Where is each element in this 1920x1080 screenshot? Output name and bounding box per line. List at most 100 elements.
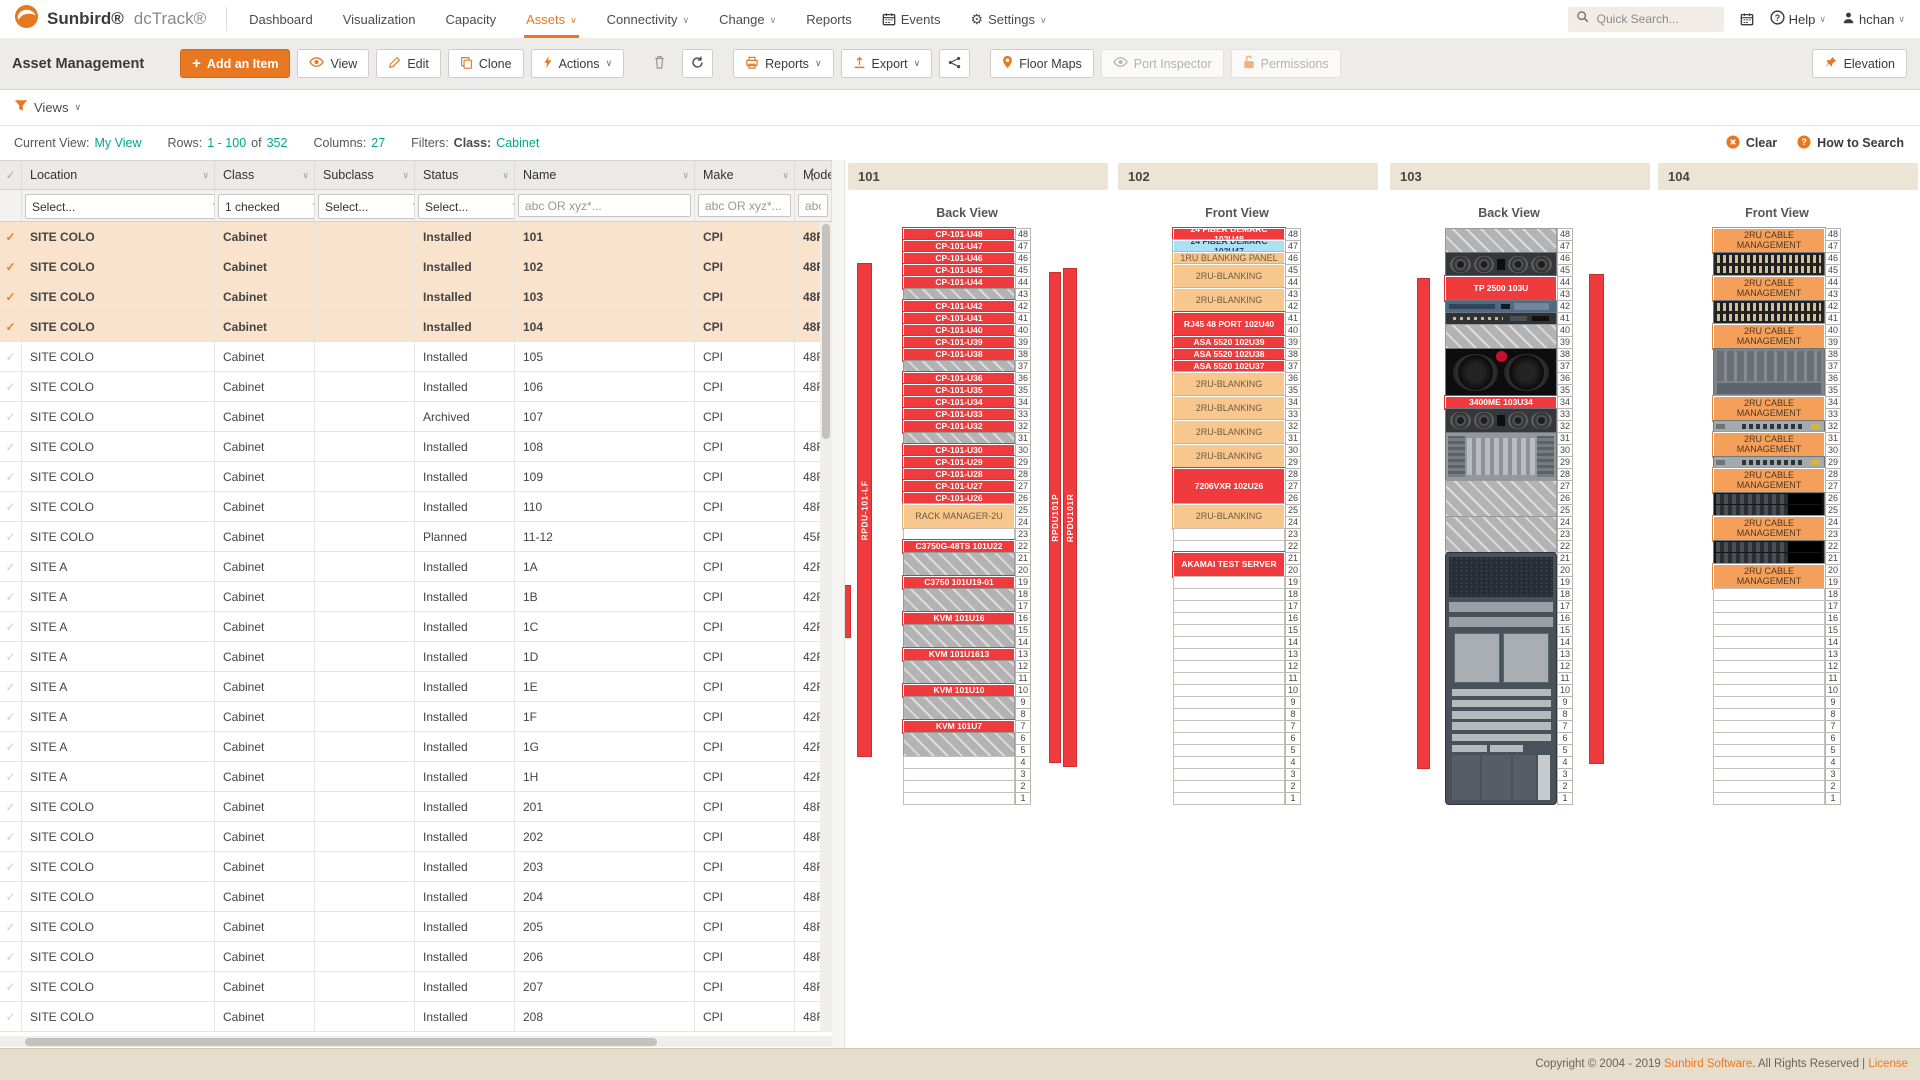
row-check-icon[interactable]: ✓ xyxy=(0,762,22,791)
rack-item[interactable]: 2RU-BLANKING xyxy=(1172,287,1286,314)
nav-item-change[interactable]: Change ∨ xyxy=(719,0,776,38)
filter-select-subclass[interactable]: Select...∨ xyxy=(318,194,414,219)
clear-button[interactable]: Clear xyxy=(1726,134,1777,152)
rack-item[interactable]: AKAMAI TEST SERVER xyxy=(1172,551,1286,578)
rack-item[interactable]: 2RU CABLE MANAGEMENT xyxy=(1712,227,1826,254)
elevation-button[interactable]: Elevation xyxy=(1811,49,1907,78)
filter-input-model[interactable] xyxy=(798,194,828,217)
row-check-icon[interactable]: ✓ xyxy=(0,1002,22,1031)
filter-select-class[interactable]: 1 checked∨ xyxy=(218,194,314,219)
vertical-scrollbar[interactable] xyxy=(820,222,832,1032)
row-check-icon[interactable]: ✓ xyxy=(0,372,22,401)
filter-select-status[interactable]: Select...∨ xyxy=(418,194,514,219)
filter-value[interactable]: Cabinet xyxy=(496,136,539,150)
filter-input-name[interactable] xyxy=(518,194,691,217)
actions-button[interactable]: Actions ∨ xyxy=(530,49,625,78)
rack-item-image-chassis21u[interactable] xyxy=(1445,552,1557,805)
nav-item-reports[interactable]: Reports xyxy=(806,0,852,38)
column-header-class[interactable]: Class ∨ xyxy=(215,161,315,189)
row-check-icon[interactable]: ✓ xyxy=(0,282,22,311)
row-check-icon[interactable]: ✓ xyxy=(0,252,22,281)
table-row[interactable]: ✓ SITE COLO Cabinet Archived 107 CPI xyxy=(0,402,832,432)
quick-search[interactable] xyxy=(1567,6,1724,32)
table-row[interactable]: ✓ SITE COLO Cabinet Installed 110 CPI 48R xyxy=(0,492,832,522)
table-row[interactable]: ✓ SITE COLO Cabinet Installed 208 CPI 48R xyxy=(0,1002,832,1032)
rack-item-image-chassis4u[interactable] xyxy=(1713,348,1825,397)
nav-item-connectivity[interactable]: Connectivity ∨ xyxy=(607,0,689,38)
rack-item[interactable]: 2RU-BLANKING xyxy=(1172,419,1286,446)
row-check-icon[interactable]: ✓ xyxy=(0,522,22,551)
sunbird-software-link[interactable]: Sunbird Software xyxy=(1664,1058,1752,1070)
table-row[interactable]: ✓ SITE COLO Cabinet Installed 203 CPI 48R xyxy=(0,852,832,882)
row-check-icon[interactable]: ✓ xyxy=(0,702,22,731)
rack-item[interactable]: 2RU CABLE MANAGEMENT xyxy=(1712,431,1826,458)
brand-logo[interactable]: Sunbird® dcTrack® xyxy=(0,4,206,34)
row-check-icon[interactable]: ✓ xyxy=(0,792,22,821)
sort-chevron-icon[interactable]: ∨ xyxy=(502,170,509,181)
floor-maps-button[interactable]: Floor Maps xyxy=(990,49,1094,78)
column-header-name[interactable]: Name ∨ xyxy=(515,161,695,189)
nav-item-capacity[interactable]: Capacity xyxy=(445,0,496,38)
nav-item-visualization[interactable]: Visualization xyxy=(343,0,416,38)
reports-button[interactable]: Reports ∨ xyxy=(733,49,834,78)
sort-chevron-icon[interactable]: ∨ xyxy=(402,170,409,181)
sort-chevron-icon[interactable]: ∨ xyxy=(682,170,689,181)
rack-item[interactable]: 7206VXR 102U26 xyxy=(1172,467,1286,506)
select-all-header[interactable]: ✓ xyxy=(0,161,22,189)
column-options-icon[interactable]: ⋮ xyxy=(805,165,820,185)
row-check-icon[interactable]: ✓ xyxy=(0,552,22,581)
vertical-scrollbar-thumb[interactable] xyxy=(822,224,830,439)
add-item-button[interactable]: + Add an Item xyxy=(180,49,291,78)
rack-pdu-bar[interactable]: RPDU-101-LF xyxy=(857,262,872,758)
table-row[interactable]: ✓ SITE A Cabinet Installed 1H CPI 42R xyxy=(0,762,832,792)
rack-item-image-patch[interactable] xyxy=(1713,300,1825,325)
table-row[interactable]: ✓ SITE A Cabinet Installed 1E CPI 42R xyxy=(0,672,832,702)
rack-item-image-server4u[interactable] xyxy=(1445,432,1557,481)
row-check-icon[interactable]: ✓ xyxy=(0,822,22,851)
view-button[interactable]: View xyxy=(297,49,370,78)
table-row[interactable]: ✓ SITE A Cabinet Installed 1F CPI 42R xyxy=(0,702,832,732)
rack-item[interactable]: RACK MANAGER-2U xyxy=(902,503,1016,530)
row-check-icon[interactable]: ✓ xyxy=(0,462,22,491)
rack-pdu-bar[interactable]: RPDU101R xyxy=(1063,267,1077,767)
nav-item-settings[interactable]: ⚙ Settings ∨ xyxy=(971,0,1047,38)
row-check-icon[interactable]: ✓ xyxy=(0,612,22,641)
table-row[interactable]: ✓ SITE COLO Cabinet Planned 11-12 CPI 45R xyxy=(0,522,832,552)
edit-button[interactable]: Edit xyxy=(376,49,441,78)
rack-item[interactable]: 2RU CABLE MANAGEMENT xyxy=(1712,395,1826,422)
rack-item[interactable]: 2RU-BLANKING xyxy=(1172,371,1286,398)
horizontal-scrollbar-thumb[interactable] xyxy=(25,1037,657,1046)
rack-item-image-server2u[interactable] xyxy=(1713,492,1825,517)
sort-chevron-icon[interactable]: ∨ xyxy=(302,170,309,181)
pane-splitter[interactable] xyxy=(832,160,845,1048)
table-row[interactable]: ✓ SITE COLO Cabinet Installed 206 CPI 48R xyxy=(0,942,832,972)
views-dropdown[interactable]: Views xyxy=(34,100,68,115)
row-check-icon[interactable]: ✓ xyxy=(0,492,22,521)
export-button[interactable]: Export ∨ xyxy=(840,49,933,78)
rack-pdu-bar[interactable] xyxy=(1417,278,1430,770)
row-check-icon[interactable]: ✓ xyxy=(0,642,22,671)
table-row[interactable]: ✓ SITE COLO Cabinet Installed 201 CPI 48R xyxy=(0,792,832,822)
calendar-button[interactable] xyxy=(1740,12,1754,26)
port-inspector-button[interactable]: Port Inspector xyxy=(1100,49,1224,78)
table-row[interactable]: ✓ SITE A Cabinet Installed 1C CPI 42R xyxy=(0,612,832,642)
table-row[interactable]: ✓ SITE COLO Cabinet Installed 207 CPI 48R xyxy=(0,972,832,1002)
row-check-icon[interactable]: ✓ xyxy=(0,852,22,881)
row-check-icon[interactable]: ✓ xyxy=(0,882,22,911)
table-row[interactable]: ✓ SITE A Cabinet Installed 1D CPI 42R xyxy=(0,642,832,672)
row-check-icon[interactable]: ✓ xyxy=(0,672,22,701)
rack-item[interactable]: 2RU CABLE MANAGEMENT xyxy=(1712,515,1826,542)
row-check-icon[interactable]: ✓ xyxy=(0,582,22,611)
help-menu[interactable]: ? Help ∨ xyxy=(1770,10,1826,28)
panel-header[interactable]: 103 xyxy=(1390,163,1650,190)
rack-item[interactable]: 2RU CABLE MANAGEMENT xyxy=(1712,323,1826,350)
column-header-subclass[interactable]: Subclass ∨ xyxy=(315,161,415,189)
nav-item-dashboard[interactable]: Dashboard xyxy=(249,0,313,38)
rack-item-image-psu[interactable] xyxy=(1445,408,1557,433)
rack-pdu-bar[interactable]: RPDU101P xyxy=(1049,272,1061,764)
horizontal-scrollbar[interactable] xyxy=(0,1036,832,1047)
share-button[interactable] xyxy=(939,49,971,78)
rack-item[interactable]: 2RU CABLE MANAGEMENT xyxy=(1712,275,1826,302)
table-row[interactable]: ✓ SITE COLO Cabinet Installed 104 CPI 48R xyxy=(0,312,832,342)
rack-item[interactable]: 2RU-BLANKING xyxy=(1172,503,1286,530)
